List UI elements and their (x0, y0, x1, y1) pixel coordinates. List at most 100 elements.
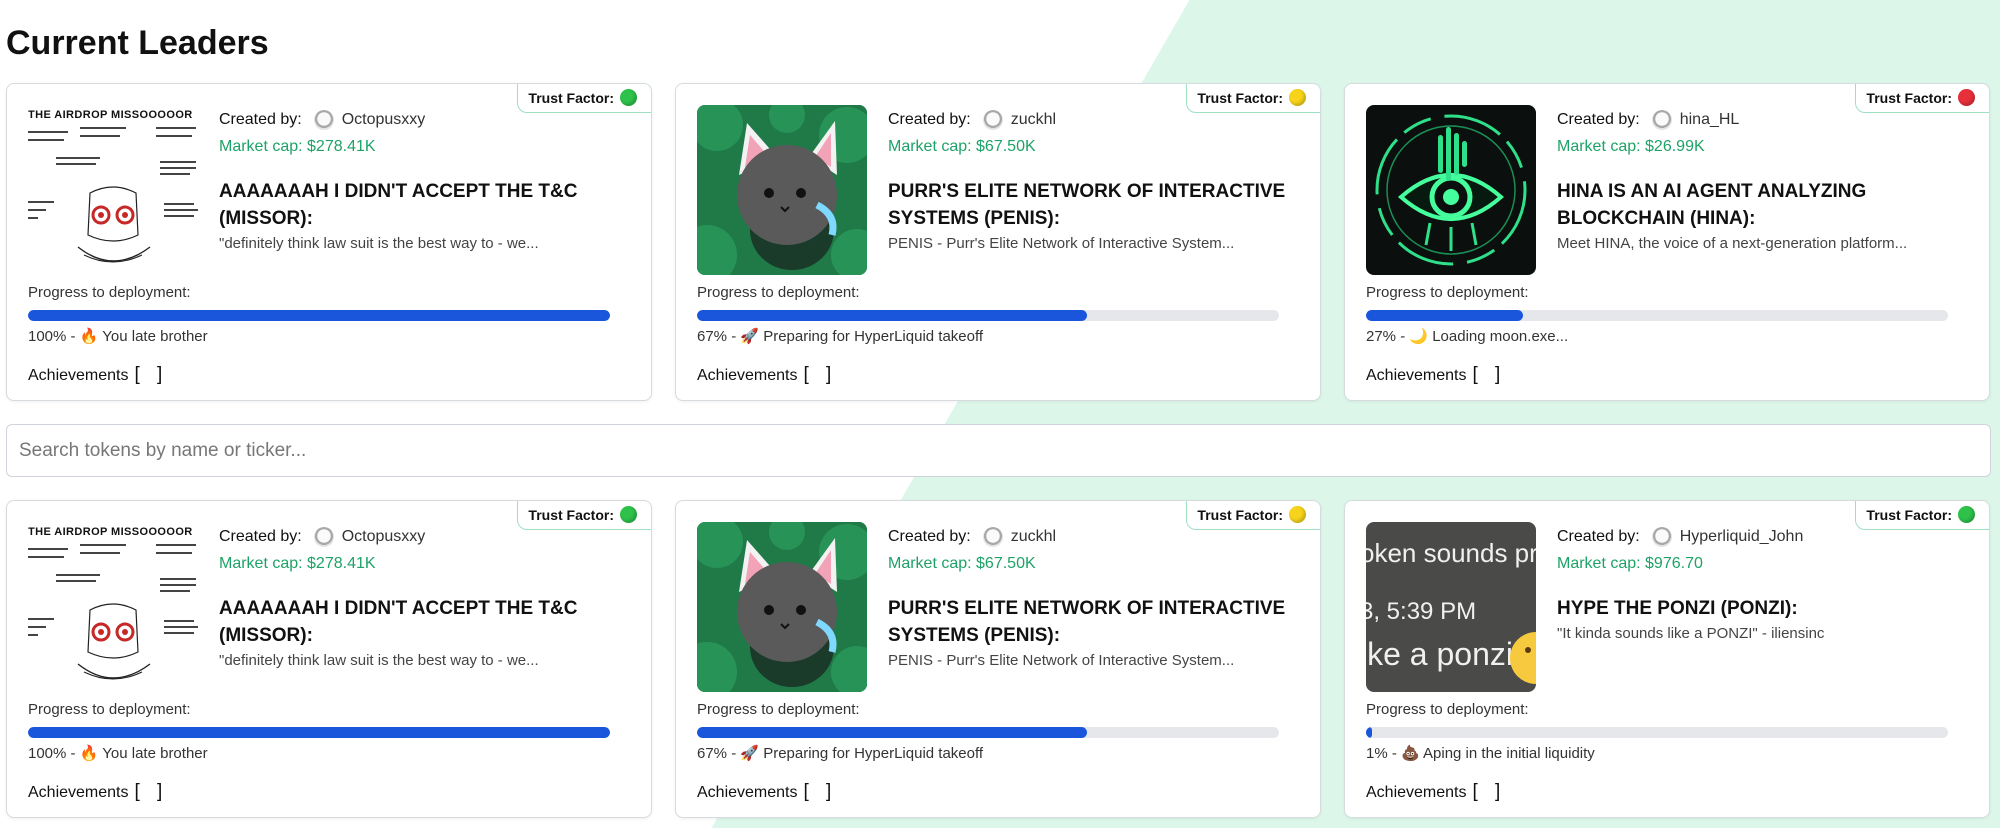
created-by-label: Created by: (888, 111, 971, 128)
token-name[interactable]: PURR'S ELITE NETWORK OF INTERACTIVE SYST… (888, 595, 1302, 649)
achievements: Achievements [ ] (28, 781, 168, 803)
creator-name[interactable]: Octopusxxy (342, 111, 426, 129)
token-name[interactable]: HYPE THE PONZI (PONZI): (1557, 595, 1971, 622)
page: Current Leaders Trust Factor: THE AIRDRO… (0, 0, 2000, 828)
token-card[interactable]: Trust Factor: oken sounds pr 3, 5:39 PM ik… (1344, 500, 1990, 818)
trust-factor-badge: Trust Factor: (517, 501, 651, 530)
screenshot-text-line: 3, 5:39 PM (1366, 598, 1477, 625)
token-description: PENIS - Purr's Elite Network of Interact… (888, 235, 1235, 252)
achievements-label: Achievements (28, 367, 129, 384)
token-description: "definitely think law suit is the best w… (219, 235, 539, 252)
market-cap: Market cap: $67.50K (888, 555, 1036, 572)
token-info: Created by: Octopusxxy Market cap: $278.… (219, 527, 633, 669)
creator-avatar-icon (1651, 527, 1672, 547)
token-name[interactable]: PURR'S ELITE NETWORK OF INTERACTIVE SYST… (888, 178, 1302, 232)
trust-factor-badge: Trust Factor: (517, 84, 651, 113)
achievements-label: Achievements (697, 784, 798, 801)
progress-fill (697, 727, 1087, 738)
search-input[interactable] (19, 439, 1978, 462)
achievements-list: [ ] (1472, 781, 1507, 802)
trust-factor-label: Trust Factor: (1866, 89, 1952, 106)
trust-indicator-icon (1289, 89, 1306, 106)
achievements-list: [ ] (803, 364, 838, 385)
creator-row: Created by: Octopusxxy (219, 110, 633, 130)
cat-illustration (697, 105, 867, 275)
progress-status: 27% - 🌙 Loading moon.exe... (1366, 328, 1569, 345)
token-info: Created by: Hyperliquid_John Market cap:… (1557, 527, 1971, 642)
achievements-list: [ ] (134, 781, 169, 802)
meme-illustration (28, 544, 198, 680)
achievements-list: [ ] (1472, 364, 1507, 385)
trust-factor-label: Trust Factor: (528, 506, 614, 523)
achievements: Achievements [ ] (1366, 781, 1506, 803)
tokens-grid: Trust Factor: THE AIRDROP MISSOOOOOR Cre… (6, 500, 1991, 818)
creator-avatar-icon (982, 527, 1003, 547)
creator-row: Created by: hina_HL (1557, 110, 1971, 130)
token-image (697, 522, 867, 692)
creator-name[interactable]: hina_HL (1680, 111, 1740, 129)
token-image (1366, 105, 1536, 275)
token-card[interactable]: Trust Factor: Created by: zuckhl Market … (675, 500, 1321, 818)
progress-fill (697, 310, 1087, 321)
token-card[interactable]: Trust Factor: Created by: hina_HL Market… (1344, 83, 1990, 401)
trust-indicator-icon (620, 506, 637, 523)
creator-row: Created by: Octopusxxy (219, 527, 633, 547)
achievements: Achievements [ ] (697, 364, 837, 386)
achievements-label: Achievements (697, 367, 798, 384)
progress-fill (1366, 310, 1524, 321)
progress-label: Progress to deployment: (697, 284, 860, 301)
trust-factor-badge: Trust Factor: (1186, 84, 1320, 113)
creator-name[interactable]: zuckhl (1011, 111, 1056, 129)
trust-factor-label: Trust Factor: (528, 89, 614, 106)
trust-factor-label: Trust Factor: (1197, 506, 1283, 523)
token-card[interactable]: Trust Factor: THE AIRDROP MISSOOOOOR Cre… (6, 83, 652, 401)
achievements-list: [ ] (803, 781, 838, 802)
token-description: "definitely think law suit is the best w… (219, 652, 539, 669)
creator-name[interactable]: Octopusxxy (342, 528, 426, 546)
progress-fill (1366, 727, 1372, 738)
thinking-emoji-icon (1510, 632, 1536, 684)
progress-fill (28, 310, 610, 321)
creator-avatar-icon (1651, 110, 1672, 130)
screenshot-text-line: ike a ponzi (1366, 636, 1513, 672)
token-image (697, 105, 867, 275)
progress-bar (1366, 310, 1948, 321)
token-name[interactable]: HINA IS AN AI AGENT ANALYZING BLOCKCHAIN… (1557, 178, 1971, 232)
trust-factor-label: Trust Factor: (1197, 89, 1283, 106)
progress-label: Progress to deployment: (1366, 701, 1529, 718)
search-bar (6, 424, 1991, 477)
creator-row: Created by: Hyperliquid_John (1557, 527, 1971, 547)
progress-bar (28, 727, 610, 738)
token-description: "It kinda sounds like a PONZI" - iliensi… (1557, 625, 1825, 642)
progress-label: Progress to deployment: (28, 701, 191, 718)
token-description: PENIS - Purr's Elite Network of Interact… (888, 652, 1235, 669)
creator-name[interactable]: zuckhl (1011, 528, 1056, 546)
achievements: Achievements [ ] (1366, 364, 1506, 386)
token-card[interactable]: Trust Factor: THE AIRDROP MISSOOOOOR Cre… (6, 500, 652, 818)
created-by-label: Created by: (219, 111, 302, 128)
market-cap: Market cap: $26.99K (1557, 138, 1705, 155)
screenshot-text-line: oken sounds pr (1366, 538, 1536, 568)
progress-bar (28, 310, 610, 321)
page-title: Current Leaders (6, 24, 269, 62)
token-card[interactable]: Trust Factor: Created by: zuckhl Market … (675, 83, 1321, 401)
progress-label: Progress to deployment: (697, 701, 860, 718)
token-info: Created by: zuckhl Market cap: $67.50K P… (888, 527, 1302, 669)
achievements: Achievements [ ] (28, 364, 168, 386)
creator-name[interactable]: Hyperliquid_John (1680, 528, 1804, 546)
created-by-label: Created by: (1557, 111, 1640, 128)
progress-bar (697, 310, 1279, 321)
progress-fill (28, 727, 610, 738)
leaders-grid: Trust Factor: THE AIRDROP MISSOOOOOR Cre… (6, 83, 1991, 401)
token-name[interactable]: AAAAAAAH I DIDN'T ACCEPT THE T&C (MISSOR… (219, 595, 633, 649)
progress-bar (1366, 727, 1948, 738)
token-info: Created by: zuckhl Market cap: $67.50K P… (888, 110, 1302, 252)
token-description: Meet HINA, the voice of a next-generatio… (1557, 235, 1908, 252)
trust-factor-badge: Trust Factor: (1855, 84, 1989, 113)
achievements-list: [ ] (134, 364, 169, 385)
token-name[interactable]: AAAAAAAH I DIDN'T ACCEPT THE T&C (MISSOR… (219, 178, 633, 232)
creator-avatar-icon (313, 527, 334, 547)
progress-bar (697, 727, 1279, 738)
trust-factor-badge: Trust Factor: (1186, 501, 1320, 530)
progress-status: 67% - 🚀 Preparing for HyperLiquid takeof… (697, 745, 984, 762)
